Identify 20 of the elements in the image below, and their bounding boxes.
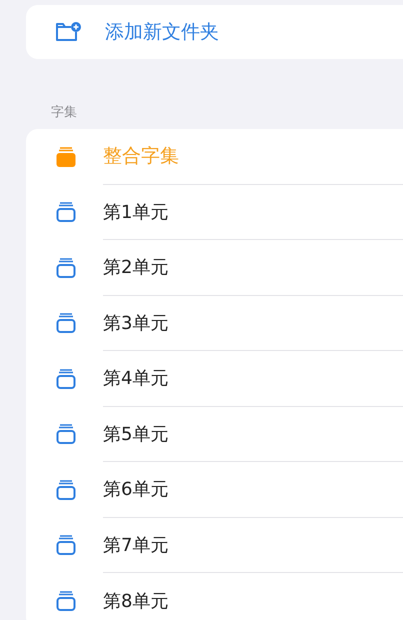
list-item[interactable]: 第2单元 [26, 240, 403, 296]
stack-icon [55, 590, 77, 612]
list-item[interactable]: 第1单元 [26, 184, 403, 240]
list-item[interactable]: 第5单元 [26, 406, 403, 462]
stack-filled-icon [55, 146, 77, 168]
section-title: 字集 [51, 104, 78, 121]
list-item[interactable]: 第3单元 [26, 296, 403, 351]
stack-icon [55, 201, 77, 224]
stack-icon [55, 534, 77, 556]
list-item[interactable]: 第8单元 [26, 573, 403, 620]
add-folder-button[interactable]: 添加新文件夹 [26, 5, 403, 59]
stack-icon [55, 368, 77, 390]
stack-icon [55, 312, 77, 334]
list-item[interactable]: 第7单元 [26, 518, 403, 573]
list-item[interactable]: 第4单元 [26, 351, 403, 406]
folder-add-icon [55, 21, 81, 43]
stack-icon [55, 423, 77, 446]
stack-icon [55, 478, 77, 501]
stack-icon [55, 256, 77, 279]
list-item[interactable]: 第6单元 [26, 462, 403, 518]
